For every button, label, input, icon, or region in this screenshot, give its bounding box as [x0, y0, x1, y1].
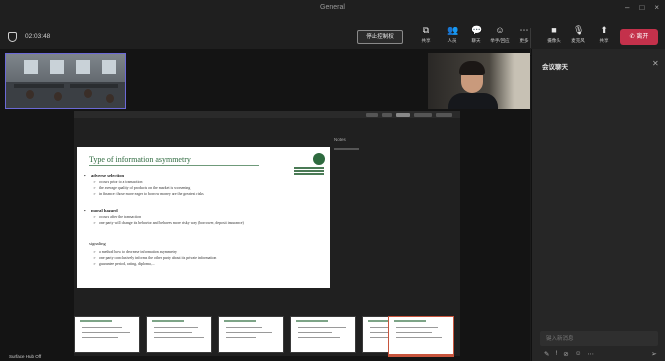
close-window-button[interactable]: ×: [654, 3, 659, 12]
slide-bullet: a method how to decrease information asy…: [93, 250, 177, 254]
chat-message-input[interactable]: [540, 331, 658, 346]
slide-thumbnail[interactable]: [146, 316, 212, 353]
video-tile-room[interactable]: [5, 53, 126, 109]
share-tray-label: 共享: [599, 38, 609, 43]
previous-slide-arrow[interactable]: ‹: [78, 210, 80, 216]
microphone-icon: 🎙: [573, 25, 585, 35]
presentation-slide: Type of information asymmetry adverse se…: [77, 147, 330, 288]
more-options-icon[interactable]: ⋯: [587, 350, 594, 358]
notes-text: [334, 148, 359, 150]
slide-title-underline: [89, 165, 259, 166]
meeting-chat-panel: 会议聊天 ✕ ✎ ! ⊘ ☺ ⋯ ➢: [531, 49, 665, 361]
university-seal-icon: [313, 153, 325, 165]
meeting-timer: 02:03:48: [25, 33, 51, 40]
slide-thumbnail-active[interactable]: [388, 316, 454, 357]
next-slide-arrow[interactable]: ›: [322, 210, 324, 216]
emoji-icon[interactable]: ☺: [575, 350, 582, 358]
presenter-tool[interactable]: [436, 112, 452, 117]
attach-icon[interactable]: ⊘: [563, 350, 568, 358]
slide-thumbnail[interactable]: [74, 316, 140, 353]
share-tray-icon: ⬆: [600, 25, 608, 35]
chat-title: 会议聊天: [542, 64, 568, 71]
participant-head: [106, 94, 114, 103]
share-screen-icon: ⧉: [422, 25, 430, 35]
room-desk: [14, 84, 64, 88]
presenter-tool[interactable]: [382, 112, 392, 117]
device-label: Surface Hub Off: [9, 354, 42, 359]
stop-control-button[interactable]: 停止控制权: [357, 30, 403, 44]
notes-label: Notes: [334, 137, 346, 142]
presenter-tool[interactable]: [396, 112, 410, 117]
participant-head: [26, 90, 34, 99]
people-icon: 👥: [447, 25, 459, 35]
camera-icon: ■: [551, 25, 557, 35]
video-tile-person[interactable]: [428, 53, 530, 109]
slide-heading: signaling: [89, 241, 106, 246]
send-icon[interactable]: ➢: [651, 350, 657, 358]
window-title: General: [320, 4, 345, 11]
share-label: 共享: [421, 38, 431, 43]
microphone-label: 麦克风: [571, 38, 585, 43]
person-hair: [459, 61, 485, 75]
room-window: [102, 60, 116, 74]
presenter-tool[interactable]: [366, 112, 378, 117]
important-icon[interactable]: !: [555, 350, 557, 358]
shield-icon: [8, 32, 17, 42]
room-desk: [70, 84, 118, 88]
window-controls: – □ ×: [625, 3, 659, 12]
chat-format-tools: ✎ ! ⊘ ☺ ⋯: [544, 350, 594, 358]
window-title-bar: General – □ ×: [0, 0, 665, 18]
minimize-button[interactable]: –: [625, 3, 629, 12]
slide-bullet: occurs prior to a transaction: [93, 180, 142, 184]
format-icon[interactable]: ✎: [544, 350, 549, 358]
slide-bullet: one party conclusively informs the other…: [93, 256, 216, 260]
reaction-icon: ☺: [495, 25, 505, 35]
room-window: [50, 60, 64, 74]
slide-heading: adverse selection: [84, 173, 124, 178]
person-body: [448, 93, 498, 109]
chat-icon: 💬: [471, 25, 483, 35]
presenter-tool[interactable]: [414, 112, 432, 117]
participant-head: [84, 89, 92, 98]
close-icon[interactable]: ✕: [652, 59, 659, 68]
room-window: [76, 60, 90, 74]
maximize-button[interactable]: □: [639, 3, 644, 12]
university-logo-text: [294, 167, 324, 176]
slide-thumbnail[interactable]: [290, 316, 356, 353]
leave-label: 离开: [636, 34, 649, 40]
participant-head: [54, 92, 62, 101]
leave-button[interactable]: ✆ 离开: [620, 29, 658, 45]
slide-bullet: one party will change its behavior and b…: [93, 221, 304, 225]
toolbar-divider: [530, 28, 531, 48]
slide-bullet: occurs after the transaction: [93, 215, 141, 219]
presenter-toolbar: [74, 111, 460, 118]
slide-title: Type of information asymmetry: [89, 155, 191, 164]
more-icon: ⋯: [519, 25, 529, 35]
slide-thumbnail[interactable]: [218, 316, 284, 353]
slide-bullet: guarantee period, rating, diploma,...: [93, 262, 155, 266]
room-window: [24, 60, 38, 74]
slide-bullet: the average quality of products on the m…: [93, 186, 190, 190]
more-label: 更多: [519, 38, 529, 43]
slide-bullet: in finance: those more eager to borrow m…: [93, 192, 204, 196]
slide-heading: moral hazard: [84, 208, 118, 213]
